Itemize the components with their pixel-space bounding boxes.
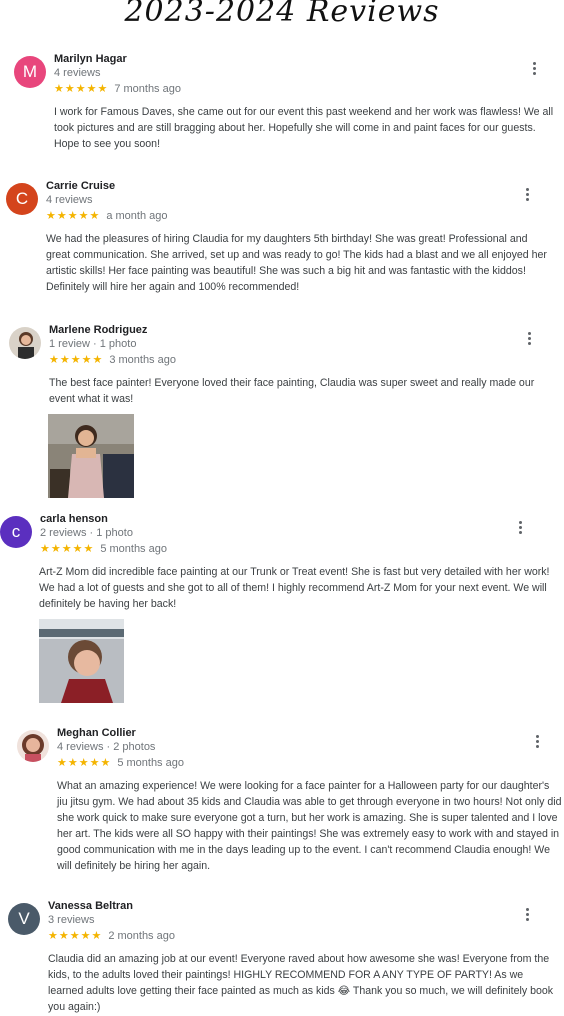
review-photo[interactable] bbox=[39, 619, 124, 703]
more-options-icon[interactable] bbox=[530, 733, 544, 749]
review-photo[interactable] bbox=[48, 414, 134, 498]
rating-row: ★★★★★ 3 months ago bbox=[49, 353, 176, 366]
avatar[interactable] bbox=[17, 730, 49, 762]
star-rating: ★★★★★ bbox=[40, 543, 95, 555]
reviewer-meta: 3 reviews bbox=[48, 914, 95, 926]
star-rating: ★★★★★ bbox=[48, 930, 103, 942]
review-text: We had the pleasures of hiring Claudia f… bbox=[46, 233, 547, 293]
more-options-icon[interactable] bbox=[522, 330, 536, 346]
avatar[interactable]: M bbox=[14, 56, 46, 88]
review-time: 5 months ago bbox=[100, 543, 167, 555]
rating-row: ★★★★★ 5 months ago bbox=[57, 756, 184, 769]
review-text: I work for Famous Daves, she came out fo… bbox=[54, 106, 554, 150]
rating-row: ★★★★★ 5 months ago bbox=[40, 542, 167, 555]
avatar[interactable]: C bbox=[6, 183, 38, 215]
more-options-icon[interactable] bbox=[520, 186, 534, 202]
review-time: 7 months ago bbox=[114, 83, 181, 95]
reviewer-meta: 4 reviews bbox=[54, 67, 101, 79]
avatar[interactable]: c bbox=[0, 516, 32, 548]
reviewer-name[interactable]: Meghan Collier bbox=[57, 727, 136, 739]
star-rating: ★★★★★ bbox=[49, 354, 104, 366]
review-text: What an amazing experience! We were look… bbox=[57, 780, 562, 872]
review-time: 2 months ago bbox=[108, 930, 175, 942]
rating-row: ★★★★★ 2 months ago bbox=[48, 929, 175, 942]
reviewer-name[interactable]: Marlene Rodriguez bbox=[49, 324, 147, 336]
star-rating: ★★★★★ bbox=[57, 757, 112, 769]
star-rating: ★★★★★ bbox=[54, 83, 109, 95]
avatar-photo bbox=[17, 730, 49, 762]
reviewer-meta: 4 reviews · 2 photos bbox=[57, 741, 156, 753]
reviewer-meta: 1 review · 1 photo bbox=[49, 338, 137, 350]
rating-row: ★★★★★ a month ago bbox=[46, 209, 167, 222]
more-options-icon[interactable] bbox=[527, 60, 541, 76]
avatar[interactable]: V bbox=[8, 903, 40, 935]
review-time: a month ago bbox=[106, 210, 168, 222]
review-time: 3 months ago bbox=[109, 354, 176, 366]
reviewer-name[interactable]: Vanessa Beltran bbox=[48, 900, 133, 912]
review-text: The best face painter! Everyone loved th… bbox=[49, 377, 535, 405]
reviewer-meta: 2 reviews · 1 photo bbox=[40, 527, 133, 539]
reviewer-name[interactable]: Carrie Cruise bbox=[46, 180, 115, 192]
review-time: 5 months ago bbox=[117, 757, 184, 769]
page-title: 2023-2024 Reviews bbox=[124, 0, 440, 29]
reviewer-name[interactable]: carla henson bbox=[40, 513, 108, 525]
more-options-icon[interactable] bbox=[513, 519, 527, 535]
avatar[interactable] bbox=[9, 327, 41, 359]
reviewer-name[interactable]: Marilyn Hagar bbox=[54, 53, 127, 65]
more-options-icon[interactable] bbox=[520, 906, 534, 922]
reviewer-meta: 4 reviews bbox=[46, 194, 93, 206]
star-rating: ★★★★★ bbox=[46, 210, 101, 222]
review-text: Claudia did an amazing job at our event!… bbox=[48, 953, 554, 1013]
avatar-photo bbox=[9, 327, 41, 359]
review-text: Art-Z Mom did incredible face painting a… bbox=[39, 566, 550, 610]
rating-row: ★★★★★ 7 months ago bbox=[54, 82, 181, 95]
